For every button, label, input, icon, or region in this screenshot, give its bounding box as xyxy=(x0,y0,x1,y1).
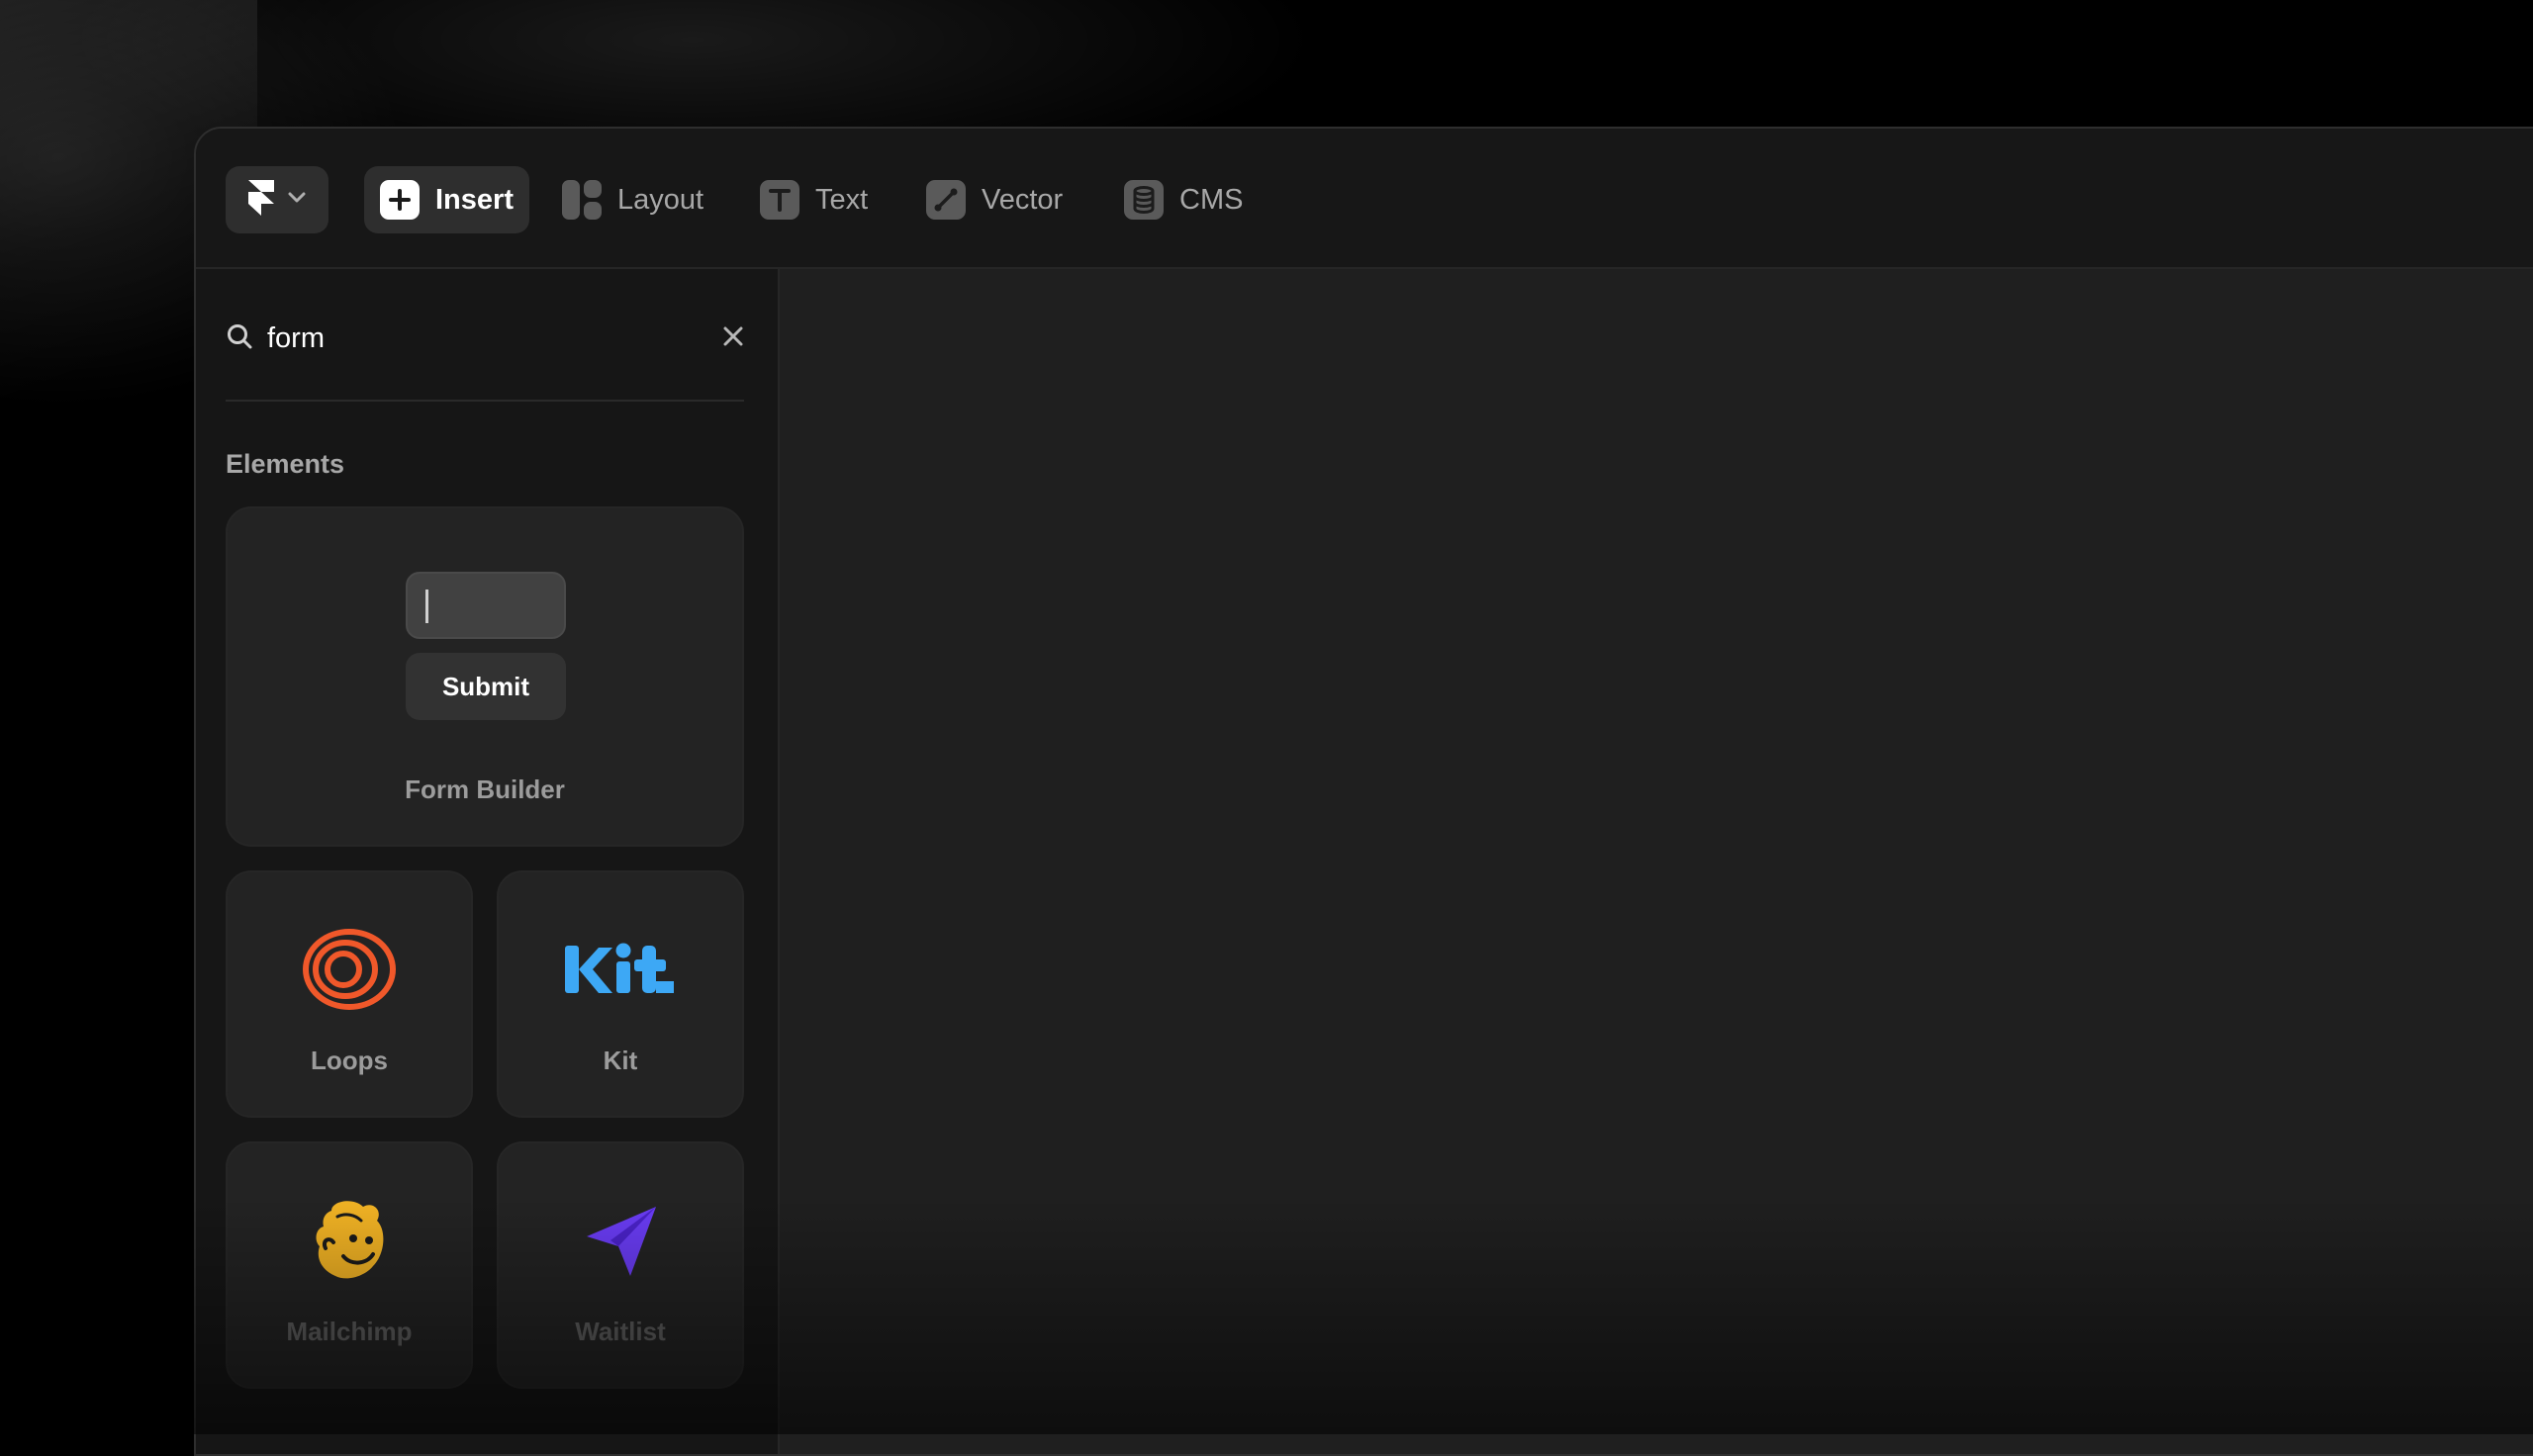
paper-plane-icon xyxy=(499,1191,742,1290)
text-caret xyxy=(425,590,428,623)
mailchimp-logo-icon xyxy=(228,1191,471,1290)
toolbar-insert-label: Insert xyxy=(435,183,514,216)
kit-logo-icon xyxy=(499,920,742,1019)
toolbar-text-button[interactable]: Text xyxy=(744,166,884,233)
insert-panel: Elements Submit Form Builder Loops xyxy=(196,269,780,1454)
form-preview-input xyxy=(406,572,566,639)
loops-card[interactable]: Loops xyxy=(226,870,473,1118)
layout-icon xyxy=(562,180,602,220)
form-builder-label: Form Builder xyxy=(405,774,565,804)
toolbar-cms-label: CMS xyxy=(1179,183,1244,216)
search-icon xyxy=(226,322,253,355)
text-icon xyxy=(760,180,799,220)
toolbar-layout-button[interactable]: Layout xyxy=(546,166,719,233)
section-title-elements: Elements xyxy=(226,449,345,479)
app-menu-button[interactable] xyxy=(226,166,328,233)
toolbar-layout-label: Layout xyxy=(617,183,704,216)
waitlist-card[interactable]: Waitlist xyxy=(497,1141,744,1389)
kit-label: Kit xyxy=(603,1046,638,1075)
loops-logo-icon xyxy=(228,920,471,1019)
chevron-down-icon xyxy=(288,191,306,209)
toolbar-cms-button[interactable]: CMS xyxy=(1108,166,1259,233)
top-toolbar: Insert Layout Text Vector CMS xyxy=(196,129,2533,269)
form-preview-submit: Submit xyxy=(406,653,566,720)
framer-logo-icon xyxy=(248,179,274,221)
app-window: Insert Layout Text Vector CMS form Eleme… xyxy=(194,127,2533,1456)
toolbar-vector-button[interactable]: Vector xyxy=(910,166,1079,233)
waitlist-label: Waitlist xyxy=(575,1317,666,1346)
form-builder-card[interactable]: Submit Form Builder xyxy=(226,506,744,847)
search-bar xyxy=(226,309,744,368)
pen-icon xyxy=(926,180,966,220)
toolbar-text-label: Text xyxy=(815,183,869,216)
toolbar-insert-button[interactable]: Insert xyxy=(364,166,529,233)
mailchimp-label: Mailchimp xyxy=(286,1317,413,1346)
plus-icon xyxy=(380,180,420,220)
kit-card[interactable]: Kit xyxy=(497,870,744,1118)
clear-search-icon[interactable] xyxy=(722,325,744,352)
loops-label: Loops xyxy=(311,1046,388,1075)
database-icon xyxy=(1124,180,1164,220)
search-input[interactable] xyxy=(253,321,722,355)
toolbar-vector-label: Vector xyxy=(982,183,1064,216)
search-divider xyxy=(226,400,744,402)
mailchimp-card[interactable]: Mailchimp xyxy=(226,1141,473,1389)
canvas-area[interactable] xyxy=(780,269,2533,1454)
